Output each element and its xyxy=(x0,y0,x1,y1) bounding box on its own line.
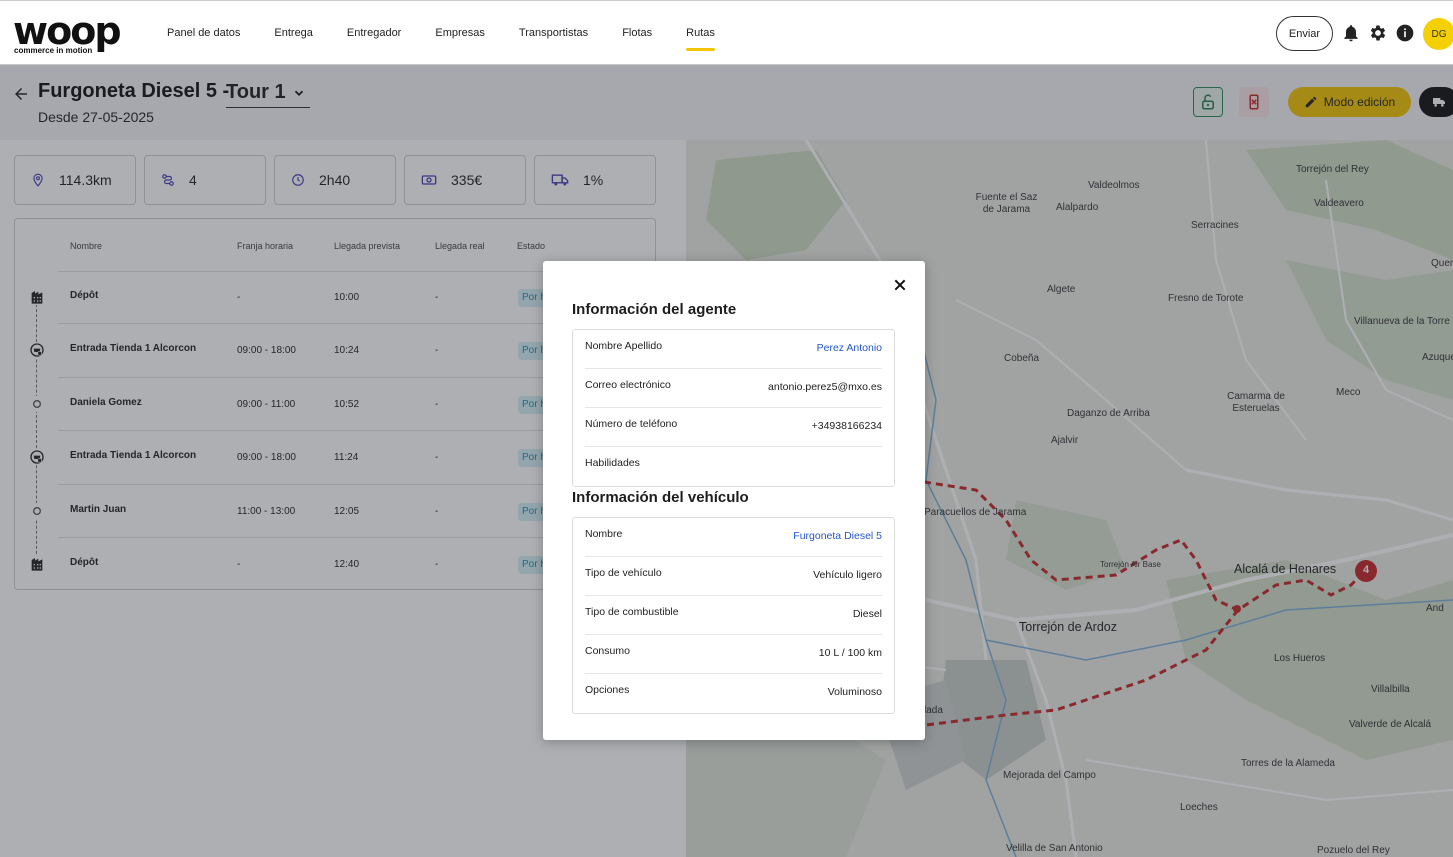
nav-item-entrega[interactable]: Entrega xyxy=(257,1,330,65)
agent-email-value: antonio.perez5@mxo.es xyxy=(768,381,882,393)
vehicle-fuel-row: Tipo de combustible Diesel xyxy=(585,596,882,635)
info-key: Consumo xyxy=(585,645,630,657)
vehicle-consumption-value: 10 L / 100 km xyxy=(818,647,882,659)
vehicle-options-value: Voluminoso xyxy=(827,686,882,698)
logo-tagline: commerce in motion xyxy=(14,46,93,55)
info-key: Número de teléfono xyxy=(585,418,678,430)
info-key: Tipo de vehículo xyxy=(585,567,662,579)
info-key: Habilidades xyxy=(585,457,640,469)
info-icon[interactable] xyxy=(1395,23,1415,43)
nav-item-rutas[interactable]: Rutas xyxy=(669,1,732,65)
nav-item-transportistas[interactable]: Transportistas xyxy=(502,1,605,65)
agent-email-row: Correo electrónico antonio.perez5@mxo.es xyxy=(585,369,882,408)
vehicle-section-title: Información del vehículo xyxy=(572,489,749,506)
logo-wordmark: woop xyxy=(13,9,122,53)
user-avatar[interactable]: DG xyxy=(1423,18,1453,50)
vehicle-name-link[interactable]: Furgoneta Diesel 5 xyxy=(793,530,882,542)
main-nav: Panel de datos Entrega Entregador Empres… xyxy=(150,1,732,65)
nav-item-panel-de-datos[interactable]: Panel de datos xyxy=(150,1,257,65)
vehicle-info-box: Nombre Furgoneta Diesel 5 Tipo de vehícu… xyxy=(572,517,895,714)
nav-item-entregador[interactable]: Entregador xyxy=(330,1,418,65)
nav-item-empresas[interactable]: Empresas xyxy=(418,1,502,65)
agent-name-row: Nombre Apellido Perez Antonio xyxy=(585,330,882,369)
agent-name-link[interactable]: Perez Antonio xyxy=(817,342,882,354)
send-button[interactable]: Enviar xyxy=(1276,16,1333,51)
agent-info-box: Nombre Apellido Perez Antonio Correo ele… xyxy=(572,329,895,487)
vehicle-type-value: Vehículo ligero xyxy=(813,569,882,581)
agent-phone-value: +34938166234 xyxy=(811,420,882,432)
agent-phone-row: Número de teléfono +34938166234 xyxy=(585,408,882,447)
settings-gear-icon[interactable] xyxy=(1368,23,1388,43)
vehicle-options-row: Opciones Voluminoso xyxy=(585,674,882,713)
top-navigation-bar: woop commerce in motion Panel de datos E… xyxy=(0,0,1453,65)
info-key: Tipo de combustible xyxy=(585,606,679,618)
agent-section-title: Información del agente xyxy=(572,301,737,318)
nav-item-flotas[interactable]: Flotas xyxy=(605,1,669,65)
vehicle-type-row: Tipo de vehículo Vehículo ligero xyxy=(585,557,882,596)
woop-logo[interactable]: woop commerce in motion xyxy=(13,9,123,56)
notifications-bell-icon[interactable] xyxy=(1341,23,1361,43)
info-key: Opciones xyxy=(585,684,630,696)
vehicle-name-row: Nombre Furgoneta Diesel 5 xyxy=(585,518,882,557)
info-key: Nombre xyxy=(585,528,623,540)
info-key: Nombre Apellido xyxy=(585,340,663,352)
vehicle-consumption-row: Consumo 10 L / 100 km xyxy=(585,635,882,674)
close-icon[interactable] xyxy=(892,277,908,293)
agent-vehicle-info-modal: Información del agente Nombre Apellido P… xyxy=(543,261,925,740)
vehicle-fuel-value: Diesel xyxy=(852,608,882,620)
info-key: Correo electrónico xyxy=(585,379,671,391)
agent-skills-row: Habilidades xyxy=(585,447,882,486)
